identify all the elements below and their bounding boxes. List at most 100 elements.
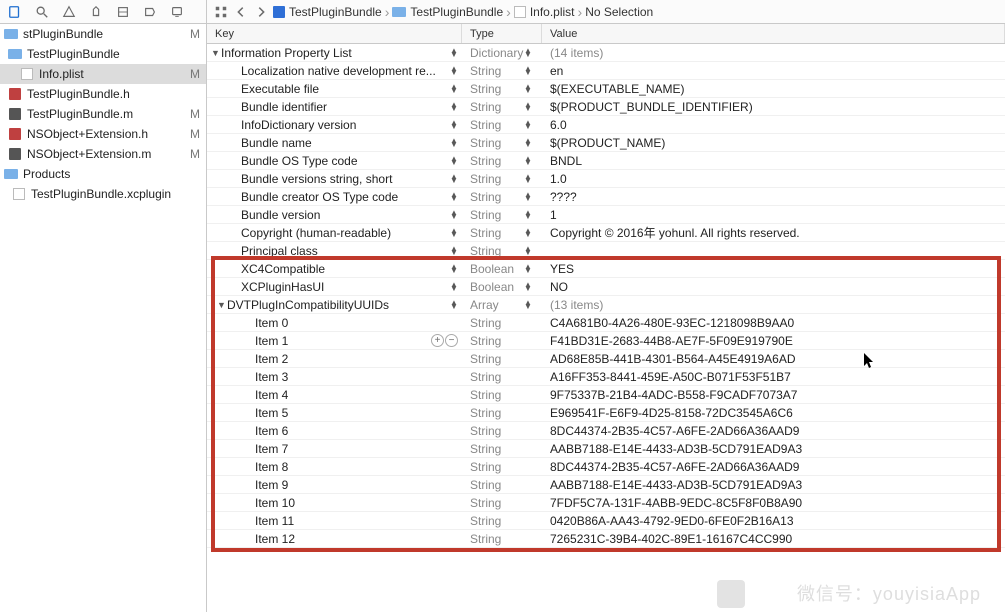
remove-row-icon[interactable]: − bbox=[445, 334, 458, 347]
add-row-icon[interactable]: + bbox=[431, 334, 444, 347]
breadcrumb-segment[interactable]: No Selection bbox=[585, 5, 653, 19]
key-stepper-icon[interactable]: ▲▼ bbox=[450, 67, 458, 75]
tree-row[interactable]: NSObject+Extension.hM bbox=[0, 124, 206, 144]
plist-row[interactable]: Bundle creator OS Type code▲▼String▲▼???… bbox=[207, 188, 1005, 206]
disclosure-triangle-icon[interactable]: ▼ bbox=[217, 300, 227, 310]
plist-header-value[interactable]: Value bbox=[542, 24, 1005, 43]
plist-row[interactable]: Item 9StringAABB7188-E14E-4433-AD3B-5CD7… bbox=[207, 476, 1005, 494]
type-stepper-icon[interactable]: ▲▼ bbox=[524, 211, 532, 219]
plist-body[interactable]: ▼Information Property List▲▼Dictionary▲▼… bbox=[207, 44, 1005, 548]
plist-row[interactable]: XCPluginHasUI▲▼Boolean▲▼NO bbox=[207, 278, 1005, 296]
plist-row[interactable]: Bundle OS Type code▲▼String▲▼BNDL bbox=[207, 152, 1005, 170]
type-stepper-icon[interactable]: ▲▼ bbox=[524, 103, 532, 111]
plist-row[interactable]: Bundle version▲▼String▲▼1 bbox=[207, 206, 1005, 224]
plist-value-label[interactable]: AABB7188-E14E-4433-AD3B-5CD791EAD9A3 bbox=[542, 478, 1005, 492]
type-stepper-icon[interactable]: ▲▼ bbox=[524, 283, 532, 291]
forward-icon[interactable] bbox=[253, 4, 269, 20]
plist-value-label[interactable]: A16FF353-8441-459E-A50C-B071F53F51B7 bbox=[542, 370, 1005, 384]
key-stepper-icon[interactable]: ▲▼ bbox=[450, 301, 458, 309]
plist-row[interactable]: Localization native development re...▲▼S… bbox=[207, 62, 1005, 80]
plist-row[interactable]: Bundle name▲▼String▲▼$(PRODUCT_NAME) bbox=[207, 134, 1005, 152]
type-stepper-icon[interactable]: ▲▼ bbox=[524, 229, 532, 237]
debug-navigator-icon[interactable] bbox=[116, 5, 130, 19]
plist-value-label[interactable]: 9F75337B-21B4-4ADC-B558-F9CADF7073A7 bbox=[542, 388, 1005, 402]
type-stepper-icon[interactable]: ▲▼ bbox=[524, 67, 532, 75]
type-stepper-icon[interactable]: ▲▼ bbox=[524, 121, 532, 129]
plist-value-label[interactable]: NO bbox=[542, 280, 1005, 294]
plist-value-label[interactable]: $(PRODUCT_NAME) bbox=[542, 136, 1005, 150]
type-stepper-icon[interactable]: ▲▼ bbox=[524, 301, 532, 309]
key-stepper-icon[interactable]: ▲▼ bbox=[450, 247, 458, 255]
plist-value-label[interactable]: C4A681B0-4A26-480E-93EC-1218098B9AA0 bbox=[542, 316, 1005, 330]
tree-row[interactable]: Info.plistM bbox=[0, 64, 206, 84]
plist-row[interactable]: Item 1+−StringF41BD31E-2683-44B8-AE7F-5F… bbox=[207, 332, 1005, 350]
key-stepper-icon[interactable]: ▲▼ bbox=[450, 193, 458, 201]
file-tree[interactable]: stPluginBundleMTestPluginBundleInfo.plis… bbox=[0, 24, 206, 612]
type-stepper-icon[interactable]: ▲▼ bbox=[524, 193, 532, 201]
plist-value-label[interactable]: Copyright © 2016年 yohunl. All rights res… bbox=[542, 224, 1005, 241]
type-stepper-icon[interactable]: ▲▼ bbox=[524, 157, 532, 165]
tree-row[interactable]: TestPluginBundle.xcplugin bbox=[0, 184, 206, 204]
plist-row[interactable]: Item 8String8DC44374-2B35-4C57-A6FE-2AD6… bbox=[207, 458, 1005, 476]
plist-value-label[interactable]: 1.0 bbox=[542, 172, 1005, 186]
plist-value-label[interactable]: en bbox=[542, 64, 1005, 78]
key-stepper-icon[interactable]: ▲▼ bbox=[450, 103, 458, 111]
plist-row[interactable]: Item 12String7265231C-39B4-402C-89E1-161… bbox=[207, 530, 1005, 548]
breakpoint-navigator-icon[interactable] bbox=[143, 5, 157, 19]
plist-value-label[interactable]: AABB7188-E14E-4433-AD3B-5CD791EAD9A3 bbox=[542, 442, 1005, 456]
plist-header-key[interactable]: Key bbox=[207, 24, 462, 43]
type-stepper-icon[interactable]: ▲▼ bbox=[524, 139, 532, 147]
plist-row[interactable]: ▼DVTPlugInCompatibilityUUIDs▲▼Array▲▼(13… bbox=[207, 296, 1005, 314]
tree-row[interactable]: Products bbox=[0, 164, 206, 184]
type-stepper-icon[interactable]: ▲▼ bbox=[524, 265, 532, 273]
plist-value-label[interactable]: 6.0 bbox=[542, 118, 1005, 132]
tree-row[interactable]: stPluginBundleM bbox=[0, 24, 206, 44]
plist-row[interactable]: Item 4String9F75337B-21B4-4ADC-B558-F9CA… bbox=[207, 386, 1005, 404]
plist-row[interactable]: Executable file▲▼String▲▼$(EXECUTABLE_NA… bbox=[207, 80, 1005, 98]
plist-value-label[interactable]: 0420B86A-AA43-4792-9ED0-6FE0F2B16A13 bbox=[542, 514, 1005, 528]
warning-icon[interactable] bbox=[62, 5, 76, 19]
plist-value-label[interactable]: AD68E85B-441B-4301-B564-A45E4919A6AD bbox=[542, 352, 1005, 366]
key-stepper-icon[interactable]: ▲▼ bbox=[450, 211, 458, 219]
key-stepper-icon[interactable]: ▲▼ bbox=[450, 121, 458, 129]
plist-value-label[interactable]: E969541F-E6F9-4D25-8158-72DC3545A6C6 bbox=[542, 406, 1005, 420]
plist-row[interactable]: Item 6String8DC44374-2B35-4C57-A6FE-2AD6… bbox=[207, 422, 1005, 440]
related-items-icon[interactable] bbox=[213, 4, 229, 20]
plist-value-label[interactable]: YES bbox=[542, 262, 1005, 276]
breadcrumb-segment[interactable]: TestPluginBundle bbox=[392, 5, 503, 19]
breadcrumb-segment[interactable]: TestPluginBundle bbox=[273, 5, 382, 19]
plist-row[interactable]: Item 5StringE969541F-E6F9-4D25-8158-72DC… bbox=[207, 404, 1005, 422]
plist-row[interactable]: ▼Information Property List▲▼Dictionary▲▼… bbox=[207, 44, 1005, 62]
plist-value-label[interactable]: ???? bbox=[542, 190, 1005, 204]
plist-row[interactable]: Bundle versions string, short▲▼String▲▼1… bbox=[207, 170, 1005, 188]
key-stepper-icon[interactable]: ▲▼ bbox=[450, 175, 458, 183]
breadcrumb[interactable]: TestPluginBundleTestPluginBundleInfo.pli… bbox=[273, 4, 653, 20]
plist-row[interactable]: XC4Compatible▲▼Boolean▲▼YES bbox=[207, 260, 1005, 278]
plist-row[interactable]: Item 3StringA16FF353-8441-459E-A50C-B071… bbox=[207, 368, 1005, 386]
tree-row[interactable]: TestPluginBundle.h bbox=[0, 84, 206, 104]
key-stepper-icon[interactable]: ▲▼ bbox=[450, 139, 458, 147]
plist-header-type[interactable]: Type bbox=[462, 24, 542, 43]
plist-row[interactable]: Item 0StringC4A681B0-4A26-480E-93EC-1218… bbox=[207, 314, 1005, 332]
type-stepper-icon[interactable]: ▲▼ bbox=[524, 49, 532, 57]
tree-row[interactable]: TestPluginBundle.mM bbox=[0, 104, 206, 124]
disclosure-triangle-icon[interactable]: ▼ bbox=[211, 48, 221, 58]
test-navigator-icon[interactable] bbox=[89, 5, 103, 19]
search-icon[interactable] bbox=[35, 5, 49, 19]
tree-row[interactable]: TestPluginBundle bbox=[0, 44, 206, 64]
plist-value-label[interactable]: (13 items) bbox=[542, 298, 1005, 312]
plist-value-label[interactable]: $(PRODUCT_BUNDLE_IDENTIFIER) bbox=[542, 100, 1005, 114]
key-stepper-icon[interactable]: ▲▼ bbox=[450, 157, 458, 165]
key-stepper-icon[interactable]: ▲▼ bbox=[450, 49, 458, 57]
plist-value-label[interactable]: 7265231C-39B4-402C-89E1-16167C4CC990 bbox=[542, 532, 1005, 546]
key-stepper-icon[interactable]: ▲▼ bbox=[450, 229, 458, 237]
plist-row[interactable]: Copyright (human-readable)▲▼String▲▼Copy… bbox=[207, 224, 1005, 242]
plist-row[interactable]: Item 10String7FDF5C7A-131F-4ABB-9EDC-8C5… bbox=[207, 494, 1005, 512]
plist-row[interactable]: Item 2StringAD68E85B-441B-4301-B564-A45E… bbox=[207, 350, 1005, 368]
plist-value-label[interactable]: 7FDF5C7A-131F-4ABB-9EDC-8C5F8F0B8A90 bbox=[542, 496, 1005, 510]
plist-value-label[interactable]: 8DC44374-2B35-4C57-A6FE-2AD66A36AAD9 bbox=[542, 424, 1005, 438]
plist-value-label[interactable]: $(EXECUTABLE_NAME) bbox=[542, 82, 1005, 96]
plist-value-label[interactable]: 1 bbox=[542, 208, 1005, 222]
type-stepper-icon[interactable]: ▲▼ bbox=[524, 175, 532, 183]
plist-value-label[interactable]: 8DC44374-2B35-4C57-A6FE-2AD66A36AAD9 bbox=[542, 460, 1005, 474]
